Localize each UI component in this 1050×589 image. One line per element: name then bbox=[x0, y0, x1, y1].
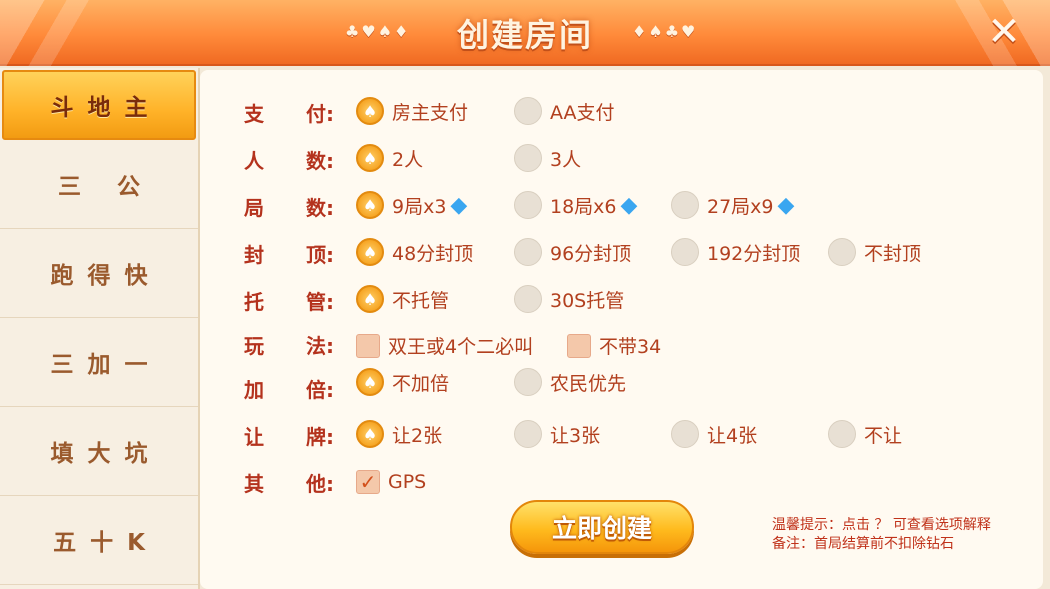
sidebar-item-sanjiayi[interactable]: 三加一 bbox=[0, 318, 198, 407]
row-rounds: 局数: bbox=[244, 188, 336, 224]
row-pay: 支付: bbox=[244, 94, 336, 130]
spade-icon: ♠ bbox=[356, 368, 384, 396]
hint-text: 温馨提示：点击 ？ 可查看选项解释 备注：首局结算前不扣除钻石 bbox=[772, 516, 991, 554]
row-other: 其他: bbox=[244, 464, 336, 500]
spade-icon: ♠ bbox=[356, 97, 384, 125]
radio-off-icon bbox=[514, 368, 542, 396]
option-auto-30s[interactable]: 30S托管 bbox=[514, 285, 624, 313]
row-double: 加倍: bbox=[244, 370, 336, 406]
diamond-icon: ◆ bbox=[777, 192, 795, 218]
sidebar-item-paodekuai[interactable]: 跑得快 bbox=[0, 229, 198, 318]
row-label: 封顶: bbox=[244, 242, 334, 267]
option-concede-2[interactable]: ♠ 让2张 bbox=[356, 420, 442, 448]
close-button[interactable]: ✕ bbox=[982, 9, 1026, 55]
radio-off-icon bbox=[671, 238, 699, 266]
diamond-icon: ◆ bbox=[450, 192, 468, 218]
option-no-concede[interactable]: 不让 bbox=[828, 420, 902, 448]
option-cap-192[interactable]: 192分封顶 bbox=[671, 238, 800, 266]
radio-off-icon bbox=[514, 191, 542, 219]
sidebar-item-doudizhu[interactable]: 斗地主 bbox=[2, 70, 196, 140]
checkbox-empty-icon bbox=[356, 333, 380, 358]
sidebar-item-tiandakeng[interactable]: 填大坑 bbox=[0, 407, 198, 496]
radio-off-icon bbox=[514, 285, 542, 313]
row-label: 让牌: bbox=[244, 424, 334, 449]
game-sidebar: 斗地主 三 公 跑得快 三加一 填大坑 五十K bbox=[0, 68, 200, 589]
sidebar-item-label: 三加一 bbox=[50, 352, 162, 378]
spade-icon: ♠ bbox=[356, 238, 384, 266]
spade-icon: ♠ bbox=[356, 144, 384, 172]
option-cap-48[interactable]: ♠ 48分封顶 bbox=[356, 238, 473, 266]
row-rules: 玩法: bbox=[244, 326, 336, 362]
radio-off-icon bbox=[514, 238, 542, 266]
option-3-players[interactable]: 3人 bbox=[514, 144, 581, 172]
sidebar-item-label: 五十K bbox=[53, 530, 159, 556]
option-concede-3[interactable]: 让3张 bbox=[514, 420, 600, 448]
sidebar-item-label: 斗地主 bbox=[50, 95, 162, 121]
radio-off-icon bbox=[514, 144, 542, 172]
option-owner-pay[interactable]: ♠ 房主支付 bbox=[356, 97, 468, 125]
close-icon: ✕ bbox=[987, 9, 1021, 55]
row-label: 局数: bbox=[244, 195, 334, 220]
option-aa-pay[interactable]: AA支付 bbox=[514, 97, 615, 125]
sidebar-item-label: 三 公 bbox=[57, 174, 154, 200]
create-room-button[interactable]: 立即创建 bbox=[510, 500, 694, 554]
option-gps[interactable]: ✓ GPS bbox=[356, 470, 426, 494]
radio-off-icon bbox=[828, 420, 856, 448]
sidebar-item-wushik[interactable]: 五十K bbox=[0, 496, 198, 585]
row-label: 玩法: bbox=[244, 333, 334, 358]
row-cap: 封顶: bbox=[244, 235, 336, 271]
page-title: 创建房间 bbox=[456, 16, 593, 54]
option-no-cap[interactable]: 不封顶 bbox=[828, 238, 921, 266]
radio-off-icon bbox=[828, 238, 856, 266]
option-27-rounds[interactable]: 27局x9 ◆ bbox=[671, 191, 794, 219]
option-no-double[interactable]: ♠ 不加倍 bbox=[356, 368, 449, 396]
sidebar-item-sangong[interactable]: 三 公 bbox=[0, 140, 198, 229]
radio-off-icon bbox=[514, 420, 542, 448]
radio-off-icon bbox=[514, 97, 542, 125]
row-players: 人数: bbox=[244, 141, 336, 177]
spade-icon: ♠ bbox=[356, 285, 384, 313]
diamond-icon: ◆ bbox=[620, 192, 638, 218]
option-no-auto[interactable]: ♠ 不托管 bbox=[356, 285, 449, 313]
sidebar-item-label: 填大坑 bbox=[50, 441, 162, 467]
option-no-34[interactable]: 不带34 bbox=[567, 332, 661, 359]
radio-off-icon bbox=[671, 191, 699, 219]
option-2-players[interactable]: ♠ 2人 bbox=[356, 144, 423, 172]
option-farmer-first[interactable]: 农民优先 bbox=[514, 368, 626, 396]
row-label: 托管: bbox=[244, 289, 334, 314]
suits-decoration-right: ♦♠♣♥ bbox=[632, 22, 698, 41]
sidebar-item-label: 跑得快 bbox=[50, 263, 162, 289]
option-18-rounds[interactable]: 18局x6 ◆ bbox=[514, 191, 637, 219]
option-concede-4[interactable]: 让4张 bbox=[671, 420, 757, 448]
row-concede: 让牌: bbox=[244, 417, 336, 453]
hint-line-2: 备注：首局结算前不扣除钻石 bbox=[772, 536, 954, 552]
settings-panel: 支付: ♠ 房主支付 AA支付 人数: ♠ 2人 3人 局数: ♠ 9局x3 ◆ 18局… bbox=[200, 70, 1043, 589]
row-label: 其他: bbox=[244, 471, 334, 496]
spade-icon: ♠ bbox=[356, 420, 384, 448]
row-label: 人数: bbox=[244, 148, 334, 173]
row-label: 支付: bbox=[244, 101, 334, 126]
row-auto: 托管: bbox=[244, 282, 336, 318]
radio-off-icon bbox=[671, 420, 699, 448]
option-cap-96[interactable]: 96分封顶 bbox=[514, 238, 631, 266]
checkbox-empty-icon bbox=[567, 333, 591, 358]
checkmark-icon: ✓ bbox=[356, 470, 380, 494]
spade-icon: ♠ bbox=[356, 191, 384, 219]
header-bar: ♣♥♠♦ 创建房间 ♦♠♣♥ ✕ bbox=[0, 0, 1050, 66]
hint-line-1: 温馨提示：点击 ？ 可查看选项解释 bbox=[772, 517, 991, 533]
row-label: 加倍: bbox=[244, 377, 334, 402]
option-9-rounds[interactable]: ♠ 9局x3 ◆ bbox=[356, 191, 467, 219]
option-kings-or-four-twos[interactable]: 双王或4个二必叫 bbox=[356, 332, 533, 359]
